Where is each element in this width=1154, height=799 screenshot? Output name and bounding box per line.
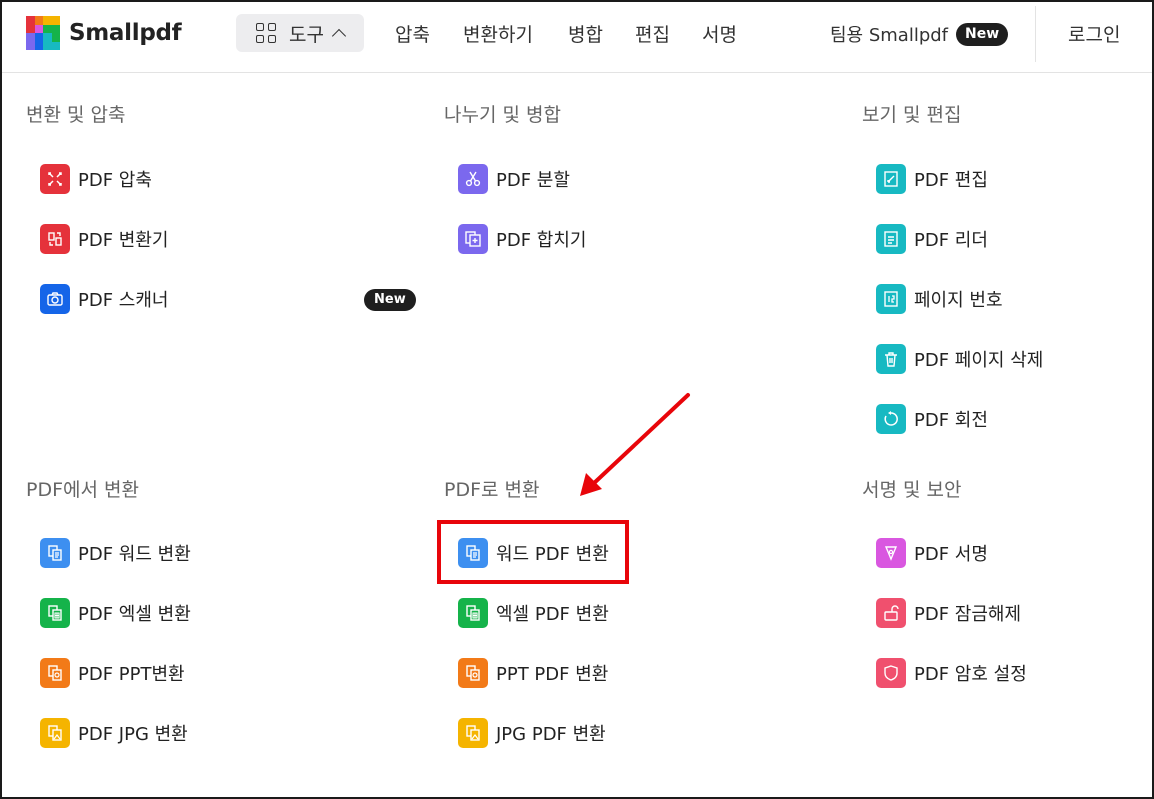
- item-label: PDF 변환기: [78, 230, 169, 251]
- menu-item-pdf-to-jpg[interactable]: PDF JPG 변환: [40, 717, 188, 749]
- menu-item-pdf-to-ppt[interactable]: PDF PPT변환: [40, 657, 185, 689]
- edit-icon: [876, 164, 906, 194]
- item-label: PDF 워드 변환: [78, 544, 191, 565]
- item-label: PDF 서명: [914, 544, 988, 565]
- menu-item-excel-to-pdf[interactable]: 엑셀 PDF 변환: [458, 597, 609, 629]
- menu-item-ppt-to-pdf[interactable]: PPT PDF 변환: [458, 657, 608, 689]
- item-label: PDF 리더: [914, 230, 988, 251]
- ppt-icon: [40, 658, 70, 688]
- nav-merge[interactable]: 병합: [568, 20, 603, 47]
- menu-item-pdf-unlock[interactable]: PDF 잠금해제: [876, 597, 1021, 629]
- menu-item-pdf-reader[interactable]: PDF 리더: [876, 223, 988, 255]
- item-label: PDF 편집: [914, 170, 988, 191]
- rotate-icon: [876, 404, 906, 434]
- item-label: PDF 스캐너: [78, 290, 169, 311]
- menu-item-pdf-merge[interactable]: PDF 합치기: [458, 223, 586, 255]
- new-badge: New: [364, 289, 416, 311]
- header-divider: [1035, 6, 1036, 62]
- trash-icon: [876, 344, 906, 374]
- menu-item-page-number[interactable]: 페이지 번호: [876, 283, 1003, 315]
- reader-icon: [876, 224, 906, 254]
- convert-icon: [40, 224, 70, 254]
- jpg-icon: [458, 718, 488, 748]
- pen-icon: [876, 538, 906, 568]
- menu-item-pdf-converter[interactable]: PDF 변환기: [40, 223, 168, 255]
- item-label: PDF PPT변환: [78, 664, 185, 685]
- nav-convert[interactable]: 변환하기: [463, 20, 533, 47]
- item-label: PDF 페이지 삭제: [914, 350, 1044, 371]
- annotation-arrow-icon: [580, 393, 690, 496]
- item-label: PDF 압축: [78, 170, 152, 191]
- tools-label: 도구: [289, 23, 324, 46]
- section-title-split-merge: 나누기 및 병합: [444, 104, 561, 126]
- item-label: JPG PDF 변환: [496, 724, 606, 745]
- page-number-icon: [876, 284, 906, 314]
- menu-item-pdf-edit[interactable]: PDF 편집: [876, 163, 988, 195]
- section-title-view-edit: 보기 및 편집: [862, 104, 962, 126]
- team-link[interactable]: 팀용 Smallpdf New: [830, 21, 1009, 47]
- login-link[interactable]: 로그인: [1068, 20, 1120, 47]
- menu-item-jpg-to-pdf[interactable]: JPG PDF 변환: [458, 717, 606, 749]
- ppt-icon: [458, 658, 488, 688]
- jpg-icon: [40, 718, 70, 748]
- section-title-to-pdf: PDF로 변환: [444, 479, 540, 501]
- item-label: PDF 분할: [496, 170, 570, 191]
- section-title-from-pdf: PDF에서 변환: [26, 479, 139, 501]
- word-icon: [40, 538, 70, 568]
- excel-icon: [40, 598, 70, 628]
- section-title-convert-compress: 변환 및 압축: [26, 104, 126, 126]
- top-nav-bar: Smallpdf 도구 압축 변환하기 병합 편집 서명 팀용 Smallpdf…: [2, 2, 1152, 73]
- menu-item-pdf-sign[interactable]: PDF 서명: [876, 537, 988, 569]
- nav-compress[interactable]: 압축: [395, 20, 430, 47]
- item-label: PDF 엑셀 변환: [78, 604, 191, 625]
- item-label: PPT PDF 변환: [496, 664, 609, 685]
- menu-item-pdf-compress[interactable]: PDF 압축: [40, 163, 152, 195]
- item-label: PDF 회전: [914, 410, 988, 431]
- grid-icon: [256, 23, 276, 43]
- team-label: 팀용 Smallpdf: [830, 25, 949, 46]
- menu-item-pdf-split[interactable]: PDF 분할: [458, 163, 570, 195]
- item-label: PDF JPG 변환: [78, 724, 188, 745]
- logo-text: Smallpdf: [69, 20, 182, 46]
- new-badge: New: [956, 22, 1009, 46]
- menu-item-pdf-to-word[interactable]: PDF 워드 변환: [40, 537, 191, 569]
- item-label: 페이지 번호: [914, 290, 1003, 311]
- scissors-icon: [458, 164, 488, 194]
- nav-edit[interactable]: 편집: [635, 20, 670, 47]
- menu-item-pdf-delete-page[interactable]: PDF 페이지 삭제: [876, 343, 1043, 375]
- tools-menu-button[interactable]: 도구: [236, 14, 364, 52]
- logo-mark-icon: [26, 16, 60, 50]
- item-label: 엑셀 PDF 변환: [496, 604, 609, 625]
- smallpdf-logo[interactable]: Smallpdf: [26, 16, 182, 50]
- nav-sign[interactable]: 서명: [702, 20, 737, 47]
- camera-icon: [40, 284, 70, 314]
- menu-item-pdf-protect[interactable]: PDF 암호 설정: [876, 657, 1027, 689]
- item-label: PDF 합치기: [496, 230, 587, 251]
- item-label: PDF 암호 설정: [914, 664, 1027, 685]
- unlock-icon: [876, 598, 906, 628]
- menu-item-pdf-to-excel[interactable]: PDF 엑셀 변환: [40, 597, 191, 629]
- merge-icon: [458, 224, 488, 254]
- item-label: PDF 잠금해제: [914, 604, 1022, 625]
- compress-icon: [40, 164, 70, 194]
- shield-icon: [876, 658, 906, 688]
- highlight-box: [437, 520, 629, 584]
- section-title-sign-secure: 서명 및 보안: [862, 479, 962, 501]
- chevron-up-icon: [331, 28, 347, 44]
- menu-item-pdf-rotate[interactable]: PDF 회전: [876, 403, 988, 435]
- excel-icon: [458, 598, 488, 628]
- menu-item-pdf-scanner[interactable]: PDF 스캐너: [40, 283, 168, 315]
